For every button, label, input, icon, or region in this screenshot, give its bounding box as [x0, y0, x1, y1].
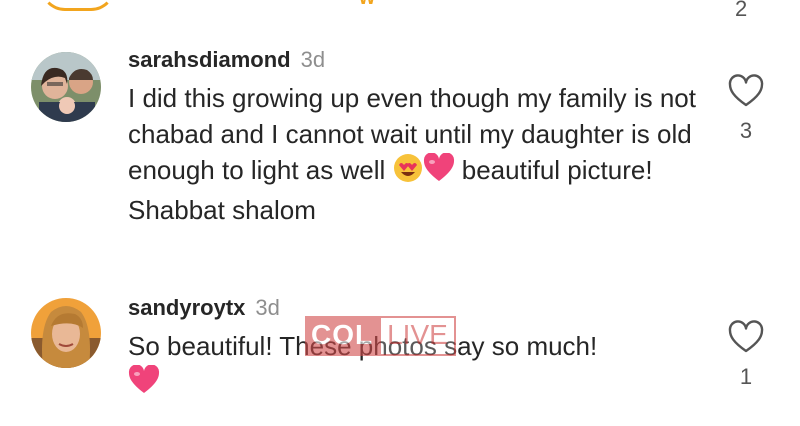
comment-meta: sandyroytx 3d [128, 294, 708, 322]
avatar-ring-partial [40, 0, 116, 11]
timestamp: 3d [255, 295, 280, 320]
like-count: 1 [739, 364, 753, 389]
like-count: 3 [739, 118, 753, 143]
heart-eyes-emoji-icon [393, 153, 423, 192]
avatar[interactable] [31, 298, 101, 368]
like-heart-icon[interactable] [727, 74, 765, 108]
timestamp: 3d [300, 47, 326, 72]
pink-heart-emoji-icon [423, 152, 455, 192]
username[interactable]: sarahsdiamond [128, 47, 291, 72]
comment-text: I did this growing up even though my fam… [128, 80, 708, 228]
comment-text-part: So beautiful! These photos say so much! [128, 331, 598, 361]
username[interactable]: sandyroytx [128, 295, 245, 320]
like-heart-icon[interactable] [727, 320, 765, 354]
emoji-partial-icon: W [350, 0, 384, 7]
avatar[interactable] [31, 52, 101, 122]
previous-comment-partial: W 2 [0, 0, 800, 21]
comment-text: So beautiful! These photos say so much! [128, 328, 708, 404]
comment-meta: sarahsdiamond 3d [128, 46, 708, 74]
like-count: 2 [735, 0, 748, 21]
pink-heart-emoji-icon [128, 364, 160, 404]
